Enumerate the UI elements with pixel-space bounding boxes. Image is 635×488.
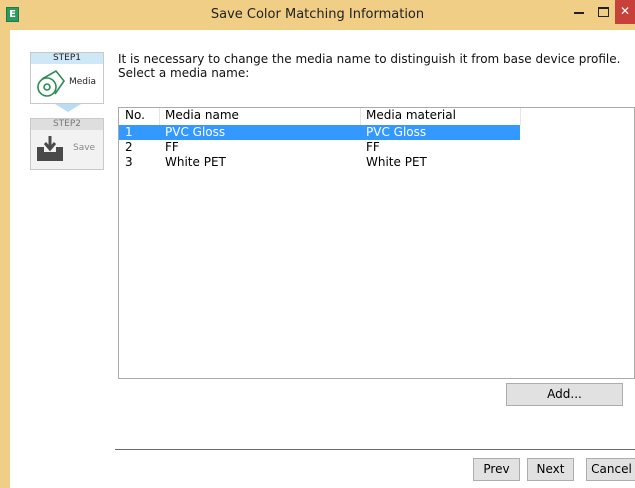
step-2-save: STEP2 Save <box>30 118 104 170</box>
cell-no: 1 <box>125 125 133 139</box>
add-button[interactable]: Add... <box>506 383 623 406</box>
table-row[interactable]: 3 White PET White PET <box>119 155 520 170</box>
table-row[interactable]: 2 FF FF <box>119 140 520 155</box>
column-header-media-material[interactable]: Media material <box>366 108 456 123</box>
cell-media-material: FF <box>366 140 380 154</box>
title-bar[interactable]: E Save Color Matching Information ✕ <box>0 0 635 30</box>
cell-media-material: White PET <box>366 155 427 169</box>
media-table[interactable]: No. Media name Media material 1 PVC Glos… <box>118 107 635 379</box>
cell-media-material: PVC Gloss <box>366 125 427 139</box>
table-header: No. Media name Media material <box>119 108 634 125</box>
maximize-icon <box>598 7 609 17</box>
cell-media-name: PVC Gloss <box>165 125 226 139</box>
column-divider <box>360 108 361 125</box>
step-2-header: STEP2 <box>31 119 103 130</box>
window-frame-left <box>0 30 10 488</box>
table-row[interactable]: 1 PVC Gloss PVC Gloss <box>119 125 520 140</box>
prev-button[interactable]: Prev <box>473 458 520 481</box>
step-arrow-icon <box>55 104 81 112</box>
select-prompt: Select a media name: <box>118 66 250 80</box>
save-tray-icon <box>37 136 63 161</box>
media-roll-icon <box>37 69 65 97</box>
next-button[interactable]: Next <box>527 458 574 481</box>
column-header-media-name[interactable]: Media name <box>165 108 239 123</box>
footer-divider <box>115 449 635 450</box>
maximize-button[interactable] <box>593 0 615 24</box>
cell-no: 3 <box>125 155 133 169</box>
minimize-button[interactable] <box>566 0 592 24</box>
column-divider <box>159 108 160 125</box>
cell-no: 2 <box>125 140 133 154</box>
instruction-text: It is necessary to change the media name… <box>118 52 621 66</box>
close-icon: ✕ <box>619 4 631 18</box>
cell-media-name: White PET <box>165 155 226 169</box>
step-1-media: STEP1 Media <box>30 52 104 104</box>
step-1-header: STEP1 <box>31 53 103 64</box>
window-title: Save Color Matching Information <box>210 7 425 22</box>
minimize-icon <box>574 12 584 14</box>
cancel-button[interactable]: Cancel <box>586 458 635 481</box>
close-button[interactable]: ✕ <box>615 0 635 24</box>
cell-media-name: FF <box>165 140 179 154</box>
step-2-label: Save <box>73 143 96 153</box>
column-divider <box>520 108 521 125</box>
column-header-no[interactable]: No. <box>125 108 145 123</box>
step-1-label: Media <box>69 77 97 87</box>
